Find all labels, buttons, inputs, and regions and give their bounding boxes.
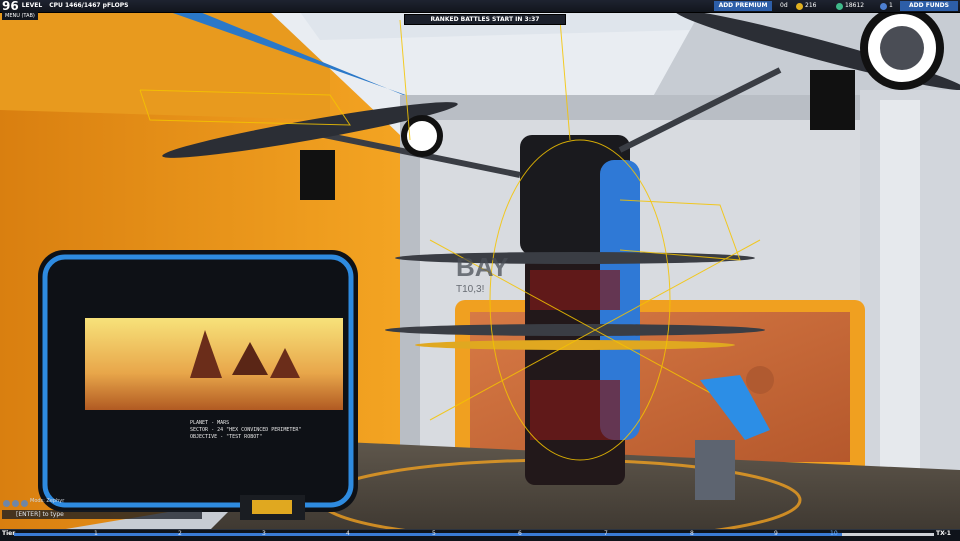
tier-fill — [14, 533, 842, 536]
party-icon[interactable] — [21, 500, 28, 507]
screen-line: PLANET - MARS — [190, 420, 230, 426]
tier-tick: 1 — [94, 530, 98, 537]
tier-progress-bar: Tier 1 2 3 4 5 6 7 8 9 10 TX-1 — [0, 529, 960, 541]
tech-points-icon — [836, 2, 843, 10]
tier-track — [14, 533, 934, 536]
tier-end-label: TX-1 — [936, 530, 951, 537]
tech-points-balance: 18612 — [836, 1, 864, 11]
chat-icon[interactable] — [3, 500, 10, 507]
cosmetic-credits-icon — [880, 2, 887, 10]
mission-screen-text: PLANET - MARS SECTOR - 24 "HEX CONVINCED… — [190, 420, 301, 441]
premium-days-value: 0d — [780, 2, 788, 9]
tier-tick: 4 — [346, 530, 350, 537]
screen-line: OBJECTIVE - "TEST ROBOT" — [190, 434, 263, 440]
bay-tier-label: T10,3! — [456, 284, 485, 295]
add-premium-button[interactable]: ADD PREMIUM — [714, 1, 772, 11]
chat-notice: Mods: Zephyr — [30, 498, 65, 504]
tech-points-value: 18612 — [845, 2, 865, 9]
tier-tick: 6 — [518, 530, 522, 537]
tier-tick: 8 — [690, 530, 694, 537]
tier-tick: 3 — [262, 530, 266, 537]
screen-line: SECTOR - 24 "HEX CONVINCED PERIMETER" — [190, 427, 302, 433]
bay-label: BAY — [456, 252, 509, 282]
menu-button[interactable]: MENU (TAB) — [2, 12, 38, 20]
cpu-readout: CPU 1466/1467 pFLOPS — [49, 2, 129, 9]
info-icon[interactable] — [12, 500, 19, 507]
tier-tick: 9 — [774, 530, 778, 537]
cosmetic-credits-value: 1 — [889, 2, 893, 9]
chat-input[interactable]: [ENTER] to type — [2, 510, 202, 519]
add-funds-button[interactable]: ADD FUNDS — [900, 1, 958, 11]
level-label: LEVEL — [21, 2, 43, 9]
cosmetic-credits-balance: 1 — [880, 1, 893, 11]
robits-balance: 216 — [796, 1, 816, 11]
ranked-battles-timer: RANKED BATTLES START IN 3:37 — [404, 14, 566, 25]
tier-tick: 5 — [432, 530, 436, 537]
tier-tick: 2 — [178, 530, 182, 537]
premium-days: 0d — [780, 1, 788, 11]
robits-icon — [796, 2, 803, 10]
robits-value: 216 — [805, 2, 817, 9]
level-number: 96 — [2, 0, 19, 13]
tier-tick: 7 — [604, 530, 608, 537]
tier-tick: 10 — [830, 530, 838, 537]
chat-icons — [3, 500, 28, 507]
